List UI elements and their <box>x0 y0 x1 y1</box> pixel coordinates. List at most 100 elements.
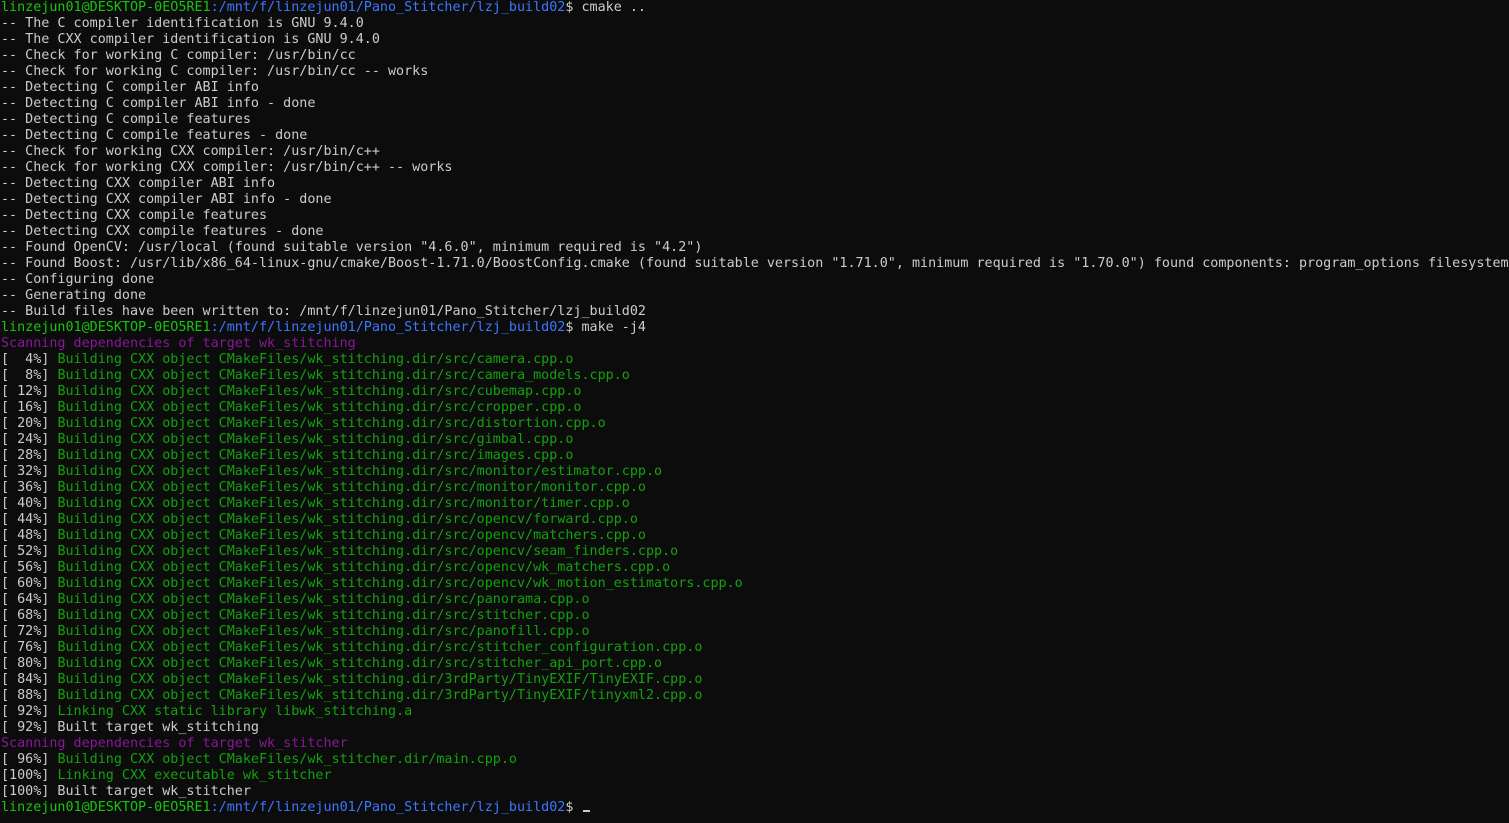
build-line: [ 92%] Linking CXX static library libwk_… <box>0 704 1509 720</box>
terminal-output: linzejun01@DESKTOP-0EO5RE1:/mnt/f/linzej… <box>0 0 1509 816</box>
terminal-window[interactable]: linzejun01@DESKTOP-0EO5RE1:/mnt/f/linzej… <box>0 0 1509 823</box>
output-text: [ 92%] Built target wk_stitching <box>1 720 259 735</box>
output-text: -- Found Boost: /usr/lib/x86_64-linux-gn… <box>1 256 1509 271</box>
prompt-path: :/mnt/f/linzejun01/Pano_Stitcher/lzj_bui… <box>210 800 566 815</box>
output-text: -- Detecting CXX compiler ABI info <box>1 176 276 191</box>
build-text: Building CXX object CMakeFiles/wk_stitch… <box>57 448 574 463</box>
output-line: -- The C compiler identification is GNU … <box>0 16 1509 32</box>
build-percent: [ 12%] <box>1 384 58 399</box>
build-percent: [ 28%] <box>1 448 58 463</box>
output-text: -- Check for working CXX compiler: /usr/… <box>1 144 380 159</box>
output-line: -- Check for working CXX compiler: /usr/… <box>0 144 1509 160</box>
output-line: -- The CXX compiler identification is GN… <box>0 32 1509 48</box>
build-line: [ 48%] Building CXX object CMakeFiles/wk… <box>0 528 1509 544</box>
build-text: Building CXX object CMakeFiles/wk_stitch… <box>57 384 582 399</box>
build-percent: [ 44%] <box>1 512 58 527</box>
build-text: Linking CXX static library libwk_stitchi… <box>57 704 413 719</box>
build-percent: [ 68%] <box>1 608 58 623</box>
build-line: [ 44%] Building CXX object CMakeFiles/wk… <box>0 512 1509 528</box>
output-text: -- Detecting CXX compile features - done <box>1 224 324 239</box>
build-percent: [ 52%] <box>1 544 58 559</box>
build-percent: [ 4%] <box>1 352 58 367</box>
output-line: -- Build files have been written to: /mn… <box>0 304 1509 320</box>
build-text: Building CXX object CMakeFiles/wk_stitch… <box>57 480 646 495</box>
build-text: Building CXX object CMakeFiles/wk_stitch… <box>57 672 703 687</box>
output-line: -- Generating done <box>0 288 1509 304</box>
output-text: -- Detecting C compiler ABI info - done <box>1 96 316 111</box>
build-line: [ 64%] Building CXX object CMakeFiles/wk… <box>0 592 1509 608</box>
build-text: Building CXX object CMakeFiles/wk_stitch… <box>57 608 590 623</box>
build-percent: [ 40%] <box>1 496 58 511</box>
build-percent: [ 60%] <box>1 576 58 591</box>
build-line: [ 68%] Building CXX object CMakeFiles/wk… <box>0 608 1509 624</box>
build-text: Building CXX object CMakeFiles/wk_stitch… <box>57 432 574 447</box>
build-text: Linking CXX executable wk_stitcher <box>57 768 332 783</box>
build-percent: [ 96%] <box>1 752 58 767</box>
output-line: -- Detecting C compiler ABI info <box>0 80 1509 96</box>
build-line: [ 76%] Building CXX object CMakeFiles/wk… <box>0 640 1509 656</box>
prompt-user: linzejun01@DESKTOP-0EO5RE1 <box>1 800 211 815</box>
output-line: -- Check for working C compiler: /usr/bi… <box>0 64 1509 80</box>
build-text: Building CXX object CMakeFiles/wk_stitch… <box>57 688 703 703</box>
scanning-text: Scanning dependencies of target wk_stitc… <box>1 336 356 351</box>
build-text: Building CXX object CMakeFiles/wk_stitch… <box>57 752 517 767</box>
build-text: Building CXX object CMakeFiles/wk_stitch… <box>57 416 606 431</box>
build-percent: [ 16%] <box>1 400 58 415</box>
build-text: Building CXX object CMakeFiles/wk_stitch… <box>57 640 703 655</box>
build-percent: [ 88%] <box>1 688 58 703</box>
scanning-text: Scanning dependencies of target wk_stitc… <box>1 736 348 751</box>
build-text: Building CXX object CMakeFiles/wk_stitch… <box>57 656 663 671</box>
build-percent: [ 84%] <box>1 672 58 687</box>
build-line: [ 60%] Building CXX object CMakeFiles/wk… <box>0 576 1509 592</box>
build-text: Building CXX object CMakeFiles/wk_stitch… <box>57 592 590 607</box>
build-text: Building CXX object CMakeFiles/wk_stitch… <box>57 528 646 543</box>
build-line: [ 52%] Building CXX object CMakeFiles/wk… <box>0 544 1509 560</box>
build-percent: [ 92%] <box>1 704 58 719</box>
output-text: -- Configuring done <box>1 272 155 287</box>
output-line: -- Detecting C compile features - done <box>0 128 1509 144</box>
build-percent: [ 76%] <box>1 640 58 655</box>
output-text: -- The C compiler identification is GNU … <box>1 16 364 31</box>
output-line: -- Detecting CXX compiler ABI info <box>0 176 1509 192</box>
build-percent: [ 32%] <box>1 464 58 479</box>
output-line: [ 92%] Built target wk_stitching <box>0 720 1509 736</box>
text-cursor <box>583 810 591 812</box>
prompt-path: :/mnt/f/linzejun01/Pano_Stitcher/lzj_bui… <box>210 0 566 15</box>
build-text: Building CXX object CMakeFiles/wk_stitch… <box>57 624 590 639</box>
output-line: -- Detecting C compile features <box>0 112 1509 128</box>
build-line: [ 72%] Building CXX object CMakeFiles/wk… <box>0 624 1509 640</box>
build-percent: [ 24%] <box>1 432 58 447</box>
scanning-line: Scanning dependencies of target wk_stitc… <box>0 736 1509 752</box>
build-text: Building CXX object CMakeFiles/wk_stitch… <box>57 400 582 415</box>
output-text: -- Found OpenCV: /usr/local (found suita… <box>1 240 703 255</box>
build-line: [ 88%] Building CXX object CMakeFiles/wk… <box>0 688 1509 704</box>
build-line: [ 8%] Building CXX object CMakeFiles/wk_… <box>0 368 1509 384</box>
build-percent: [ 72%] <box>1 624 58 639</box>
prompt-user: linzejun01@DESKTOP-0EO5RE1 <box>1 0 211 15</box>
build-percent: [ 48%] <box>1 528 58 543</box>
output-text: -- Detecting C compiler ABI info <box>1 80 259 95</box>
output-text: -- Detecting CXX compiler ABI info - don… <box>1 192 332 207</box>
prompt-line: linzejun01@DESKTOP-0EO5RE1:/mnt/f/linzej… <box>0 0 1509 16</box>
build-line: [100%] Linking CXX executable wk_stitche… <box>0 768 1509 784</box>
build-line: [ 36%] Building CXX object CMakeFiles/wk… <box>0 480 1509 496</box>
output-line: -- Detecting CXX compile features <box>0 208 1509 224</box>
output-line: -- Found Boost: /usr/lib/x86_64-linux-gn… <box>0 256 1509 272</box>
build-text: Building CXX object CMakeFiles/wk_stitch… <box>57 560 671 575</box>
output-line: -- Detecting CXX compiler ABI info - don… <box>0 192 1509 208</box>
output-line: -- Detecting CXX compile features - done <box>0 224 1509 240</box>
build-text: Building CXX object CMakeFiles/wk_stitch… <box>57 512 638 527</box>
prompt-path: :/mnt/f/linzejun01/Pano_Stitcher/lzj_bui… <box>210 320 566 335</box>
output-text: -- Detecting C compile features <box>1 112 251 127</box>
output-line: -- Found OpenCV: /usr/local (found suita… <box>0 240 1509 256</box>
scanning-line: Scanning dependencies of target wk_stitc… <box>0 336 1509 352</box>
output-text: -- Check for working C compiler: /usr/bi… <box>1 48 356 63</box>
build-percent: [ 36%] <box>1 480 58 495</box>
build-percent: [ 56%] <box>1 560 58 575</box>
output-line: -- Configuring done <box>0 272 1509 288</box>
prompt-line: linzejun01@DESKTOP-0EO5RE1:/mnt/f/linzej… <box>0 320 1509 336</box>
build-percent: [100%] <box>1 768 58 783</box>
output-text: -- Detecting C compile features - done <box>1 128 308 143</box>
output-text: -- Check for working CXX compiler: /usr/… <box>1 160 453 175</box>
build-percent: [ 20%] <box>1 416 58 431</box>
